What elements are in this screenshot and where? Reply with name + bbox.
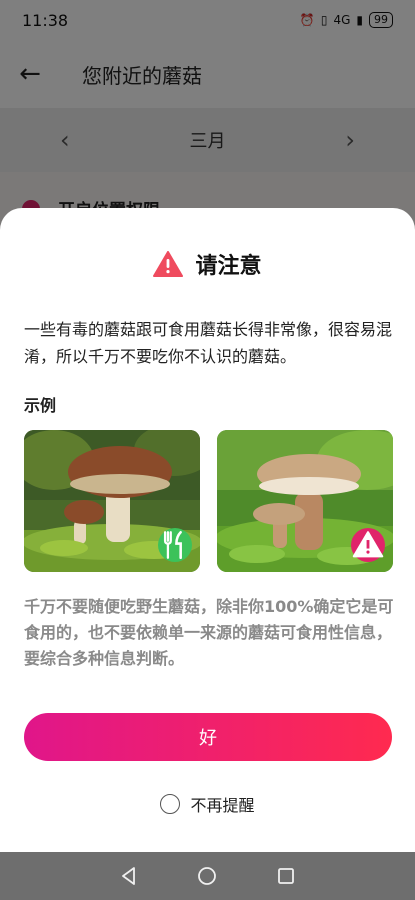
warning-icon	[351, 528, 385, 562]
warning-triangle-icon	[153, 251, 184, 277]
safety-warning-text: 千万不要随便吃野生蘑菇，除非你100%确定它是可食用的，也不要依赖单一来源的蘑菇…	[24, 597, 394, 668]
no-remind-radio[interactable]	[160, 794, 181, 814]
ok-button[interactable]: 好	[24, 713, 392, 761]
no-remind-option[interactable]: 不再提醒	[0, 792, 415, 816]
poisonous-mushroom-image	[217, 430, 393, 572]
example-label: 示例	[24, 396, 57, 415]
nav-recents-icon[interactable]	[275, 865, 297, 887]
fork-knife-icon	[158, 528, 192, 562]
nav-home-icon[interactable]	[196, 865, 218, 887]
edible-mushroom-image	[24, 430, 200, 572]
no-remind-label: 不再提醒	[190, 796, 255, 815]
system-nav-bar	[0, 852, 415, 900]
dialog-title-text: 请注意	[195, 254, 262, 279]
dialog-intro: 一些有毒的蘑菇跟可食用蘑菇长得非常像，很容易混淆，所以千万不要吃你不认识的蘑菇。	[24, 320, 393, 366]
caution-dialog: 请注意 一些有毒的蘑菇跟可食用蘑菇长得非常像，很容易混淆，所以千万不要吃你不认识…	[0, 208, 415, 852]
nav-back-icon[interactable]	[118, 865, 140, 887]
dialog-title: 请注意	[0, 248, 415, 280]
